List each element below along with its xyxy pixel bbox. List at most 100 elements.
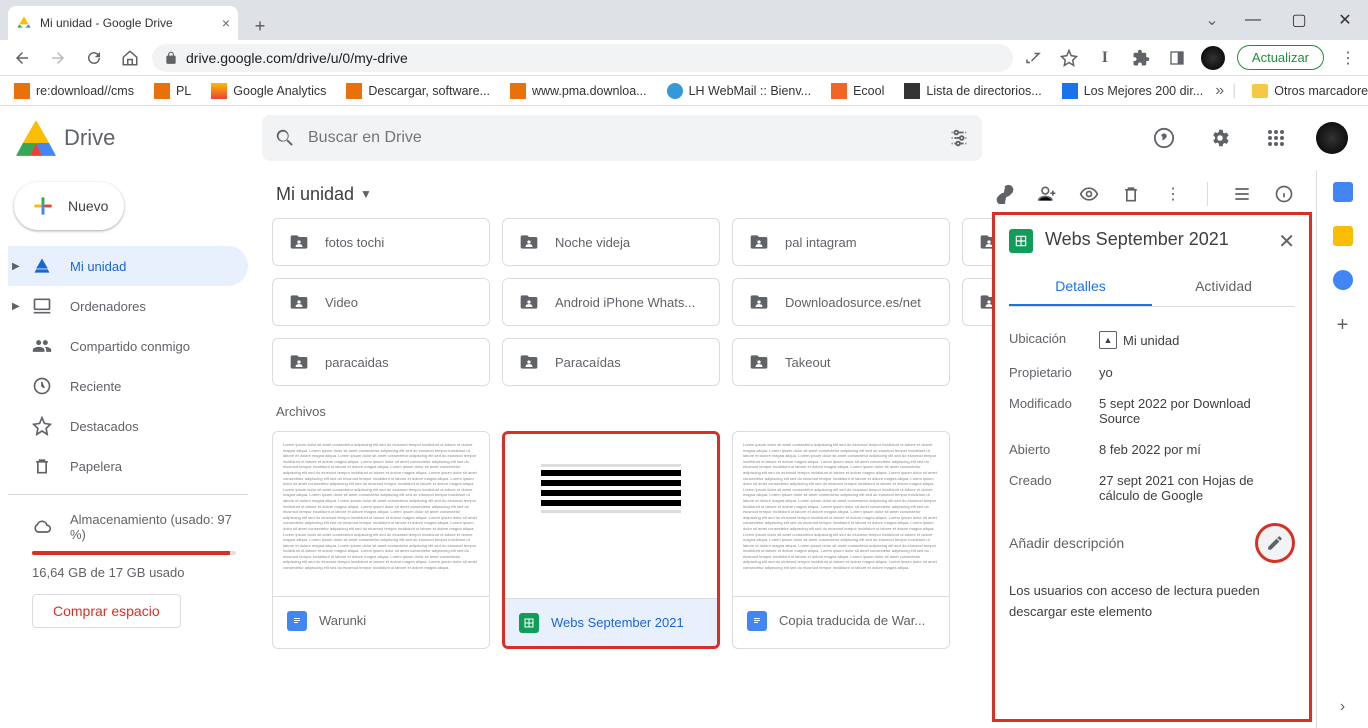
- bookmarks-overflow-icon[interactable]: »: [1215, 82, 1224, 100]
- folder-card[interactable]: Takeout: [732, 338, 950, 386]
- address-bar-row: drive.google.com/drive/u/0/my-drive I Ac…: [0, 40, 1368, 76]
- drive-icon: [32, 256, 52, 276]
- chevron-right-icon: ▶: [12, 301, 20, 312]
- tab-activity[interactable]: Actividad: [1152, 268, 1295, 306]
- bookmark-item[interactable]: Ecool: [823, 79, 892, 103]
- main-content: Mi unidad ▼ ⋮ fotos tochiNoche videjapal…: [256, 170, 1316, 728]
- details-location[interactable]: ▲Mi unidad: [1099, 331, 1295, 349]
- folder-card[interactable]: Paracaídas: [502, 338, 720, 386]
- share-person-icon[interactable]: [1035, 182, 1059, 206]
- ext-icon-1[interactable]: I: [1093, 46, 1117, 70]
- nav-storage[interactable]: Almacenamiento (usado: 97 %): [32, 507, 236, 547]
- access-note: Los usuarios con acceso de lectura puede…: [1009, 581, 1295, 623]
- tab-details[interactable]: Detalles: [1009, 268, 1152, 306]
- tab-dropdown-icon[interactable]: ⌄: [1194, 0, 1230, 40]
- new-tab-button[interactable]: +: [246, 12, 274, 40]
- folder-card[interactable]: fotos tochi: [272, 218, 490, 266]
- bookmark-item[interactable]: Google Analytics: [203, 79, 334, 103]
- drive-logo-text: Drive: [64, 125, 115, 151]
- other-bookmarks[interactable]: Otros marcadores: [1244, 80, 1368, 102]
- bookmark-item[interactable]: Lista de directorios...: [896, 79, 1049, 103]
- bookmark-item[interactable]: LH WebMail :: Bienv...: [659, 79, 820, 103]
- calendar-icon[interactable]: [1333, 182, 1353, 202]
- search-input[interactable]: [308, 129, 936, 147]
- settings-icon[interactable]: [1200, 118, 1240, 158]
- browser-menu-icon[interactable]: ⋮: [1336, 46, 1360, 70]
- nav-computers[interactable]: ▶ Ordenadores: [8, 286, 248, 326]
- folder-card[interactable]: Video: [272, 278, 490, 326]
- browser-tab[interactable]: Mi unidad - Google Drive ×: [8, 6, 238, 40]
- apps-icon[interactable]: [1256, 118, 1296, 158]
- cloud-icon: [32, 517, 52, 537]
- url-text: drive.google.com/drive/u/0/my-drive: [186, 50, 408, 66]
- share-icon[interactable]: [1021, 46, 1045, 70]
- browser-update-button[interactable]: Actualizar: [1237, 45, 1324, 70]
- breadcrumb[interactable]: Mi unidad ▼: [276, 184, 372, 205]
- folder-card[interactable]: paracaidas: [272, 338, 490, 386]
- bookmark-item[interactable]: Los Mejores 200 dir...: [1054, 79, 1212, 103]
- buy-storage-button[interactable]: Comprar espacio: [32, 594, 181, 628]
- folder-card[interactable]: pal intagram: [732, 218, 950, 266]
- folder-card[interactable]: Noche videja: [502, 218, 720, 266]
- forward-button[interactable]: [44, 44, 72, 72]
- address-bar[interactable]: drive.google.com/drive/u/0/my-drive: [152, 44, 1013, 72]
- drive-logo[interactable]: Drive: [16, 118, 254, 158]
- nav-starred[interactable]: Destacados: [8, 406, 248, 446]
- computer-icon: [32, 296, 52, 316]
- sheets-icon: [519, 613, 539, 633]
- nav-shared[interactable]: Compartido conmigo: [8, 326, 248, 366]
- docs-icon: [287, 611, 307, 631]
- folder-shared-icon: [517, 352, 541, 372]
- side-rail: + ›: [1316, 170, 1368, 728]
- profile-avatar[interactable]: [1201, 46, 1225, 70]
- close-window-button[interactable]: ✕: [1322, 0, 1368, 40]
- bookmark-item[interactable]: www.pma.downloa...: [502, 79, 655, 103]
- folder-shared-icon: [517, 232, 541, 252]
- storage-text: 16,64 GB de 17 GB usado: [32, 565, 236, 580]
- minimize-button[interactable]: —: [1230, 0, 1276, 40]
- extensions-icon[interactable]: [1129, 46, 1153, 70]
- tasks-icon[interactable]: [1333, 270, 1353, 290]
- docs-icon: [747, 611, 767, 631]
- back-button[interactable]: [8, 44, 36, 72]
- maximize-button[interactable]: ▢: [1276, 0, 1322, 40]
- close-details-icon[interactable]: ✕: [1278, 229, 1295, 254]
- collapse-rail-icon[interactable]: ›: [1340, 698, 1345, 716]
- more-icon[interactable]: ⋮: [1161, 182, 1185, 206]
- folder-card[interactable]: Android iPhone Whats...: [502, 278, 720, 326]
- bookmark-item[interactable]: PL: [146, 79, 199, 103]
- info-icon[interactable]: [1272, 182, 1296, 206]
- people-icon: [32, 336, 52, 356]
- preview-icon[interactable]: [1077, 182, 1101, 206]
- delete-icon[interactable]: [1119, 182, 1143, 206]
- nav-trash[interactable]: Papelera: [8, 446, 248, 486]
- home-button[interactable]: [116, 44, 144, 72]
- sheets-icon: [1009, 229, 1033, 253]
- close-tab-icon[interactable]: ×: [222, 15, 230, 31]
- search-box[interactable]: [262, 115, 982, 161]
- add-description[interactable]: Añadir descripción: [1009, 535, 1247, 551]
- keep-icon[interactable]: [1333, 226, 1353, 246]
- details-title: Webs September 2021: [1045, 229, 1266, 250]
- support-icon[interactable]: [1144, 118, 1184, 158]
- reload-button[interactable]: [80, 44, 108, 72]
- list-view-icon[interactable]: [1230, 182, 1254, 206]
- ext-icon-2[interactable]: [1165, 46, 1189, 70]
- star-icon[interactable]: [1057, 46, 1081, 70]
- new-button[interactable]: Nuevo: [14, 182, 124, 230]
- edit-description-button[interactable]: [1255, 523, 1295, 563]
- file-card[interactable]: Lorem ipsum dolor sit amet consectetur a…: [732, 431, 950, 649]
- link-icon[interactable]: [993, 182, 1017, 206]
- nav-recent[interactable]: Reciente: [8, 366, 248, 406]
- search-options-icon[interactable]: [948, 127, 970, 149]
- add-addon-icon[interactable]: +: [1337, 314, 1349, 337]
- bookmark-item[interactable]: Descargar, software...: [338, 79, 498, 103]
- account-avatar[interactable]: [1312, 118, 1352, 158]
- file-card[interactable]: Lorem ipsum dolor sit amet consectetur a…: [272, 431, 490, 649]
- storage-bar: [32, 551, 236, 555]
- folder-card[interactable]: Downloadosurce.es/net: [732, 278, 950, 326]
- folder-shared-icon: [287, 352, 311, 372]
- nav-my-drive[interactable]: ▶ Mi unidad: [8, 246, 248, 286]
- bookmark-item[interactable]: re:download//cms: [6, 79, 142, 103]
- file-card[interactable]: Webs September 2021: [502, 431, 720, 649]
